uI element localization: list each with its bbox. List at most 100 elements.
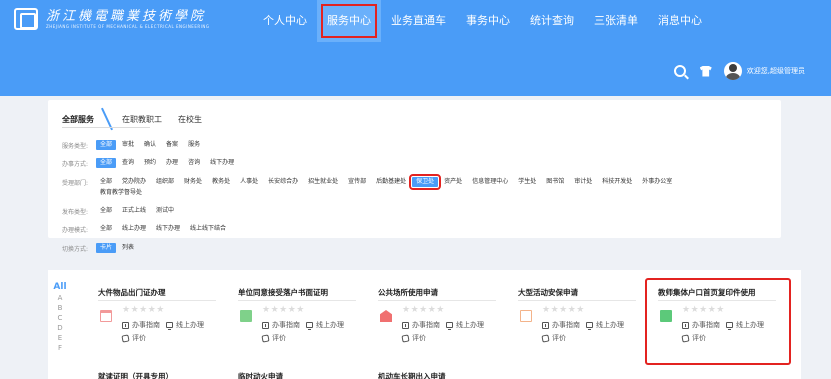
- nav-message-center[interactable]: 消息中心: [648, 0, 712, 42]
- card-title[interactable]: 就读证明（开具专用）: [98, 371, 173, 379]
- filter-option[interactable]: 教务处: [208, 177, 234, 187]
- card-title[interactable]: 大型活动安保申请: [518, 287, 578, 298]
- rate-link[interactable]: 评价: [412, 333, 426, 343]
- filter-option[interactable]: 资产处: [440, 177, 466, 187]
- filter-row-view-switch: 切换方式: 卡片 列表: [62, 243, 140, 253]
- school-logo[interactable]: 浙江機電職業技術學院 ZHEJIANG INSTITUTE OF MECHANI…: [14, 8, 209, 30]
- filter-option[interactable]: 正式上线: [118, 206, 150, 216]
- card-title[interactable]: 机动车长期出入申请: [378, 371, 446, 379]
- rate-link[interactable]: 评价: [552, 333, 566, 343]
- filter-option[interactable]: 图书馆: [542, 177, 568, 187]
- rate-link[interactable]: 评价: [272, 333, 286, 343]
- service-card[interactable]: 大型活动安保申请 ★★★★★ 办事指南 线上办理 评价: [512, 283, 642, 353]
- alpha-letter[interactable]: F: [50, 343, 70, 353]
- filter-row-service-type: 服务类型: 全部 审批 确认 备案 服务: [62, 140, 206, 150]
- skin-theme-icon[interactable]: [699, 65, 712, 77]
- filter-option[interactable]: 线下办理: [206, 158, 238, 168]
- card-title[interactable]: 单位同意接受落户书面证明: [238, 287, 328, 298]
- alpha-letter[interactable]: D: [50, 323, 70, 333]
- annotation-highlight-box: [645, 278, 791, 365]
- filter-option[interactable]: 线下办理: [152, 224, 184, 234]
- search-icon[interactable]: [673, 65, 686, 77]
- online-handle-link[interactable]: 线上办理: [176, 320, 204, 330]
- filter-row-department: 受理部门: 全部 党办院办 组织部 财务处 教务处 人事处 长安综合办 招生就业…: [62, 174, 678, 190]
- tab-students[interactable]: 在校生: [178, 114, 202, 125]
- nav-statistics-query[interactable]: 统计查询: [520, 0, 584, 42]
- welcome-text[interactable]: 欢迎您,超级管理员: [747, 66, 805, 76]
- filter-option[interactable]: 组织部: [152, 177, 178, 187]
- filter-option[interactable]: 测试中: [152, 206, 178, 216]
- filter-option[interactable]: 全部: [96, 224, 116, 234]
- filter-option[interactable]: 预约: [140, 158, 160, 168]
- card-title[interactable]: 大件物品出门证办理: [98, 287, 166, 298]
- filter-option[interactable]: 审计处: [570, 177, 596, 187]
- header-tools: 欢迎您,超级管理员: [673, 62, 805, 80]
- rating-stars-icon: ★★★★★: [262, 305, 305, 315]
- card-title[interactable]: 临时动火申请: [238, 371, 283, 379]
- nav-business-express[interactable]: 业务直通车: [381, 0, 456, 42]
- guide-link[interactable]: 办事指南: [132, 320, 160, 330]
- filter-option[interactable]: 财务处: [180, 177, 206, 187]
- filter-option[interactable]: 长安综合办: [264, 177, 302, 187]
- guide-link[interactable]: 办事指南: [272, 320, 300, 330]
- filter-option[interactable]: 全部: [96, 177, 116, 187]
- filter-option[interactable]: 科技开发处: [598, 177, 636, 187]
- online-handle-link[interactable]: 线上办理: [316, 320, 344, 330]
- filter-option[interactable]: 审批: [118, 140, 138, 150]
- filter-option[interactable]: 全部: [96, 140, 117, 150]
- filter-option[interactable]: 备案: [162, 140, 182, 150]
- filter-option[interactable]: 服务: [184, 140, 204, 150]
- filter-label: 办事方式:: [62, 160, 89, 168]
- filter-option[interactable]: 教育教学督导处: [96, 188, 146, 198]
- filter-option[interactable]: 线上线下结合: [186, 224, 230, 234]
- alpha-all[interactable]: All: [50, 282, 70, 293]
- service-card[interactable]: 单位同意接受落户书面证明 ★★★★★ 办事指南 线上办理 评价: [232, 283, 362, 353]
- view-list-option[interactable]: 列表: [118, 243, 138, 253]
- rating-stars-icon: ★★★★★: [402, 305, 445, 315]
- guide-link[interactable]: 办事指南: [412, 320, 440, 330]
- filter-option[interactable]: 全部: [96, 158, 117, 168]
- filter-option[interactable]: 办理: [162, 158, 182, 168]
- nav-personal-center[interactable]: 个人中心: [253, 0, 317, 42]
- filter-option[interactable]: 外事办公室: [638, 177, 676, 187]
- filter-option[interactable]: 全部: [96, 206, 116, 216]
- alpha-letter[interactable]: B: [50, 303, 70, 313]
- filter-label: 办理模式:: [62, 226, 89, 234]
- filter-option[interactable]: 后勤基建处: [372, 177, 410, 187]
- online-handle-link[interactable]: 线上办理: [456, 320, 484, 330]
- nav-service-center[interactable]: 服务中心: [317, 0, 381, 42]
- filter-option-security-dept[interactable]: 保卫处: [409, 174, 442, 190]
- nav-affairs-center[interactable]: 事务中心: [456, 0, 520, 42]
- view-card-option[interactable]: 卡片: [96, 243, 117, 253]
- nav-three-lists[interactable]: 三张清单: [584, 0, 648, 42]
- filter-option[interactable]: 宣传部: [344, 177, 370, 187]
- filter-option[interactable]: 招生就业处: [304, 177, 342, 187]
- tab-all-services[interactable]: 全部服务: [62, 114, 94, 125]
- alpha-letter[interactable]: C: [50, 313, 70, 323]
- document-icon: [520, 310, 532, 322]
- service-card[interactable]: 公共场所使用申请 ★★★★★ 办事指南 线上办理 评价: [372, 283, 502, 353]
- filter-option[interactable]: 党办院办: [118, 177, 150, 187]
- rating-stars-icon: ★★★★★: [542, 305, 585, 315]
- tab-staff[interactable]: 在职教职工: [122, 114, 162, 125]
- alpha-letter[interactable]: A: [50, 293, 70, 303]
- filter-option[interactable]: 人事处: [236, 177, 262, 187]
- filter-label: 切换方式:: [62, 245, 89, 253]
- guide-book-icon: [402, 321, 409, 329]
- logo-subtitle: ZHEJIANG INSTITUTE OF MECHANICAL & ELECT…: [46, 23, 210, 29]
- filter-option[interactable]: 信息管理中心: [468, 177, 512, 187]
- guide-link[interactable]: 办事指南: [552, 320, 580, 330]
- alpha-letter[interactable]: E: [50, 333, 70, 343]
- filter-option[interactable]: 线上办理: [118, 224, 150, 234]
- filter-option[interactable]: 学生处: [514, 177, 540, 187]
- monitor-icon: [166, 322, 173, 330]
- service-card[interactable]: 大件物品出门证办理 ★★★★★ 办事指南 线上办理 评价: [92, 283, 222, 353]
- filter-option[interactable]: 咨询: [184, 158, 204, 168]
- filter-option[interactable]: 查询: [118, 158, 138, 168]
- filter-option[interactable]: 确认: [140, 140, 160, 150]
- guide-book-icon: [542, 321, 549, 329]
- avatar[interactable]: [723, 62, 742, 80]
- card-title[interactable]: 公共场所使用申请: [378, 287, 438, 298]
- online-handle-link[interactable]: 线上办理: [596, 320, 624, 330]
- rate-link[interactable]: 评价: [132, 333, 146, 343]
